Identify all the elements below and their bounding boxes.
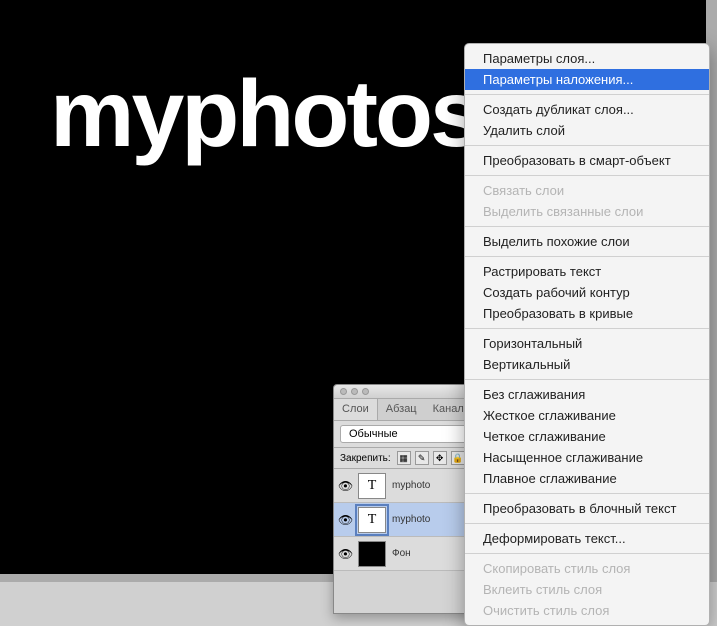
menu-separator: [465, 553, 709, 554]
menu-item[interactable]: Создать дубликат слоя...: [465, 99, 709, 120]
menu-separator: [465, 145, 709, 146]
layer-thumbnail[interactable]: [358, 541, 386, 567]
menu-item[interactable]: Удалить слой: [465, 120, 709, 141]
layer-thumbnail[interactable]: T: [358, 473, 386, 499]
menu-separator: [465, 328, 709, 329]
visibility-eye-icon[interactable]: 👁: [338, 513, 352, 527]
menu-item: Скопировать стиль слоя: [465, 558, 709, 579]
menu-item: Вклеить стиль слоя: [465, 579, 709, 600]
menu-item[interactable]: Вертикальный: [465, 354, 709, 375]
lock-label: Закрепить:: [340, 453, 391, 464]
window-zoom-icon[interactable]: [362, 388, 369, 395]
window-min-icon[interactable]: [351, 388, 358, 395]
menu-item[interactable]: Растрировать текст: [465, 261, 709, 282]
menu-item: Выделить связанные слои: [465, 201, 709, 222]
menu-item[interactable]: Четкое сглаживание: [465, 426, 709, 447]
menu-item[interactable]: Выделить похожие слои: [465, 231, 709, 252]
menu-item[interactable]: Жесткое сглаживание: [465, 405, 709, 426]
menu-item[interactable]: Преобразовать в кривые: [465, 303, 709, 324]
menu-item[interactable]: Деформировать текст...: [465, 528, 709, 549]
window-close-icon[interactable]: [340, 388, 347, 395]
visibility-eye-icon[interactable]: 👁: [338, 479, 352, 493]
layer-name-label[interactable]: myphoto: [392, 514, 430, 525]
layer-name-label[interactable]: myphoto: [392, 480, 430, 491]
tab-layers[interactable]: Слои: [334, 399, 378, 420]
lock-all-icon[interactable]: 🔒: [451, 451, 465, 465]
menu-separator: [465, 226, 709, 227]
menu-item[interactable]: Параметры слоя...: [465, 48, 709, 69]
lock-paint-icon[interactable]: ✎: [415, 451, 429, 465]
menu-item[interactable]: Создать рабочий контур: [465, 282, 709, 303]
canvas-text-layer[interactable]: myphotosh: [50, 60, 535, 169]
menu-separator: [465, 379, 709, 380]
visibility-eye-icon[interactable]: 👁: [338, 547, 352, 561]
menu-item[interactable]: Горизонтальный: [465, 333, 709, 354]
menu-item[interactable]: Преобразовать в смарт-объект: [465, 150, 709, 171]
lock-move-icon[interactable]: ✥: [433, 451, 447, 465]
menu-separator: [465, 523, 709, 524]
tab-paragraph[interactable]: Абзац: [378, 399, 425, 420]
menu-item[interactable]: Преобразовать в блочный текст: [465, 498, 709, 519]
menu-item[interactable]: Без сглаживания: [465, 384, 709, 405]
layer-thumbnail[interactable]: T: [358, 507, 386, 533]
menu-separator: [465, 94, 709, 95]
layer-name-label[interactable]: Фон: [392, 548, 411, 559]
menu-item: Связать слои: [465, 180, 709, 201]
menu-separator: [465, 256, 709, 257]
lock-transparent-icon[interactable]: ▦: [397, 451, 411, 465]
menu-separator: [465, 493, 709, 494]
layer-context-menu: Параметры слоя...Параметры наложения... С…: [464, 43, 710, 626]
menu-item: Очистить стиль слоя: [465, 600, 709, 621]
menu-item[interactable]: Плавное сглаживание: [465, 468, 709, 489]
menu-separator: [465, 175, 709, 176]
menu-item[interactable]: Насыщенное сглаживание: [465, 447, 709, 468]
menu-item[interactable]: Параметры наложения...: [465, 69, 709, 90]
lock-icons-group: ▦ ✎ ✥ 🔒: [397, 451, 465, 465]
